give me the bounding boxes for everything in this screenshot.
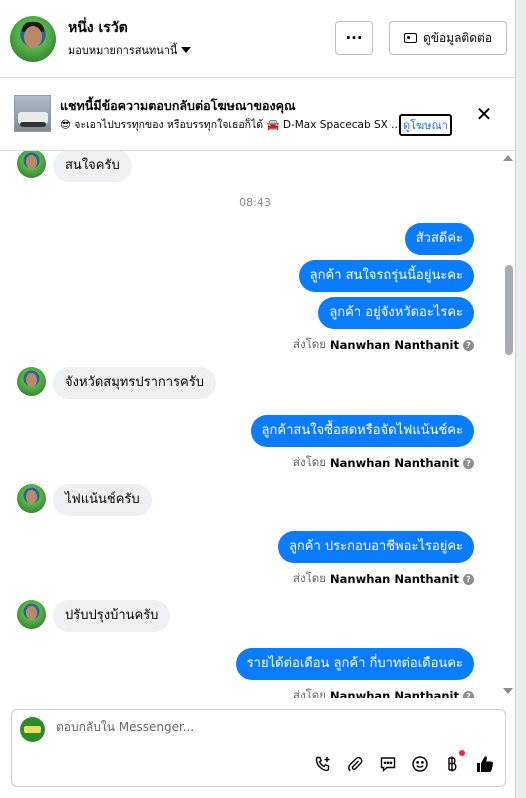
sender-name: Nanwhan Nanthanit	[330, 338, 459, 352]
page-avatar	[20, 717, 45, 742]
sent-by-label: ส่งโดย Nanwhan Nanthanit ?	[293, 570, 474, 588]
view-contact-info-button[interactable]: ดูข้อมูลติดต่อ	[389, 21, 507, 55]
incoming-message: ปรับปรุงบ้านครับ	[53, 600, 171, 632]
view-contact-info-label: ดูข้อมูลติดต่อ	[422, 30, 493, 45]
info-icon[interactable]: ?	[463, 339, 474, 351]
more-options-button[interactable]: ···	[335, 21, 373, 55]
chat-bubble-icon[interactable]	[378, 754, 398, 774]
message-timestamp: 08:43	[239, 196, 271, 209]
more-label: ···	[345, 29, 363, 47]
smiley-icon[interactable]	[410, 754, 430, 774]
sent-by-prefix: ส่งโดย	[292, 571, 327, 585]
scroll-down-arrow[interactable]	[503, 688, 513, 694]
ad-banner-title: แชทนี้มีข้อความตอบกลับต่อโฆษณาของคุณ	[60, 98, 296, 113]
ad-thumbnail	[14, 95, 51, 132]
contact-card-icon	[403, 33, 417, 43]
reply-input[interactable]	[56, 720, 476, 734]
sent-by-prefix: ส่งโดย	[292, 455, 327, 469]
baht-icon[interactable]	[442, 754, 462, 774]
outgoing-message: ลูกค้า สนใจรถรุ่นนี้อยู่นะคะ	[298, 260, 474, 292]
conversation-panel: หนึ่ง เรวัต มอบหมายการสนทนานี้ ··· ดูข้อ…	[0, 0, 516, 798]
sent-by-label: ส่งโดย Nanwhan Nanthanit ?	[293, 687, 474, 698]
view-ad-link[interactable]: ดูโฆษณา	[399, 114, 452, 136]
assign-conversation-dropdown[interactable]: มอบหมายการสนทนานี้	[68, 41, 192, 59]
sender-name: Nanwhan Nanthanit	[330, 456, 459, 470]
info-icon[interactable]: ?	[463, 690, 474, 698]
contact-name[interactable]: หนึ่ง เรวัต	[68, 17, 128, 39]
sent-by-prefix: ส่งโดย	[292, 337, 327, 351]
sent-by-label: ส่งโดย Nanwhan Nanthanit ?	[293, 454, 474, 472]
outgoing-message: ลูกค้า ประกอบอาชีพอะไรอยู่คะ	[277, 531, 474, 563]
assign-label: มอบหมายการสนทนานี้	[68, 44, 178, 57]
info-icon[interactable]: ?	[463, 573, 474, 585]
sent-by-label: ส่งโดย Nanwhan Nanthanit ?	[293, 336, 474, 354]
contact-avatar-small	[17, 151, 46, 178]
outgoing-message: ลูกค้า อยู่จังหวัดอะไรคะ	[318, 297, 474, 329]
reply-composer	[11, 709, 506, 787]
phone-plus-icon[interactable]	[313, 754, 333, 774]
incoming-message: สนใจครับ	[53, 151, 132, 182]
contact-avatar-small	[17, 484, 46, 513]
avatar-face	[24, 26, 42, 48]
ad-banner-subtitle: 😎 จะเอาไปบรรทุกของ หรือบรรทุกใจเธอก็ได้ …	[60, 119, 397, 131]
notification-dot	[459, 750, 465, 756]
message-thread[interactable]: สนใจครับ 08:43 สัวสดีค่ะ ลูกค้า สนใจรถรุ…	[0, 151, 516, 698]
paperclip-icon[interactable]	[345, 754, 365, 774]
caret-down-icon	[181, 47, 192, 53]
contact-avatar[interactable]	[10, 16, 56, 62]
scroll-up-arrow[interactable]	[503, 155, 513, 161]
info-icon[interactable]: ?	[463, 457, 474, 469]
outgoing-message: สัวสดีค่ะ	[404, 223, 474, 255]
scrollbar-thumb[interactable]	[505, 265, 513, 355]
incoming-message: จังหวัดสมุทรปราการครับ	[53, 367, 216, 399]
thumbs-up-icon[interactable]	[475, 754, 495, 774]
outgoing-message: รายได้ต่อเดือน ลูกค้า กี่บาทต่อเดือนคะ	[235, 648, 474, 680]
outgoing-message: ลูกค้าสนใจซื้อสดหรือจัดไฟแน้นช์คะ	[250, 415, 474, 447]
contact-avatar-small	[17, 600, 46, 629]
ad-reply-banner: แชทนี้มีข้อความตอบกลับต่อโฆษณาของคุณ 😎 จ…	[0, 78, 516, 151]
contact-avatar-small	[17, 367, 46, 396]
incoming-message: ไฟแน้นช์ครับ	[53, 484, 152, 516]
sender-name: Nanwhan Nanthanit	[330, 689, 459, 698]
conversation-header: หนึ่ง เรวัต มอบหมายการสนทนานี้ ··· ดูข้อ…	[0, 0, 516, 78]
sent-by-prefix: ส่งโดย	[292, 688, 327, 698]
sender-name: Nanwhan Nanthanit	[330, 572, 459, 586]
close-banner-icon[interactable]: ✕	[474, 104, 494, 124]
